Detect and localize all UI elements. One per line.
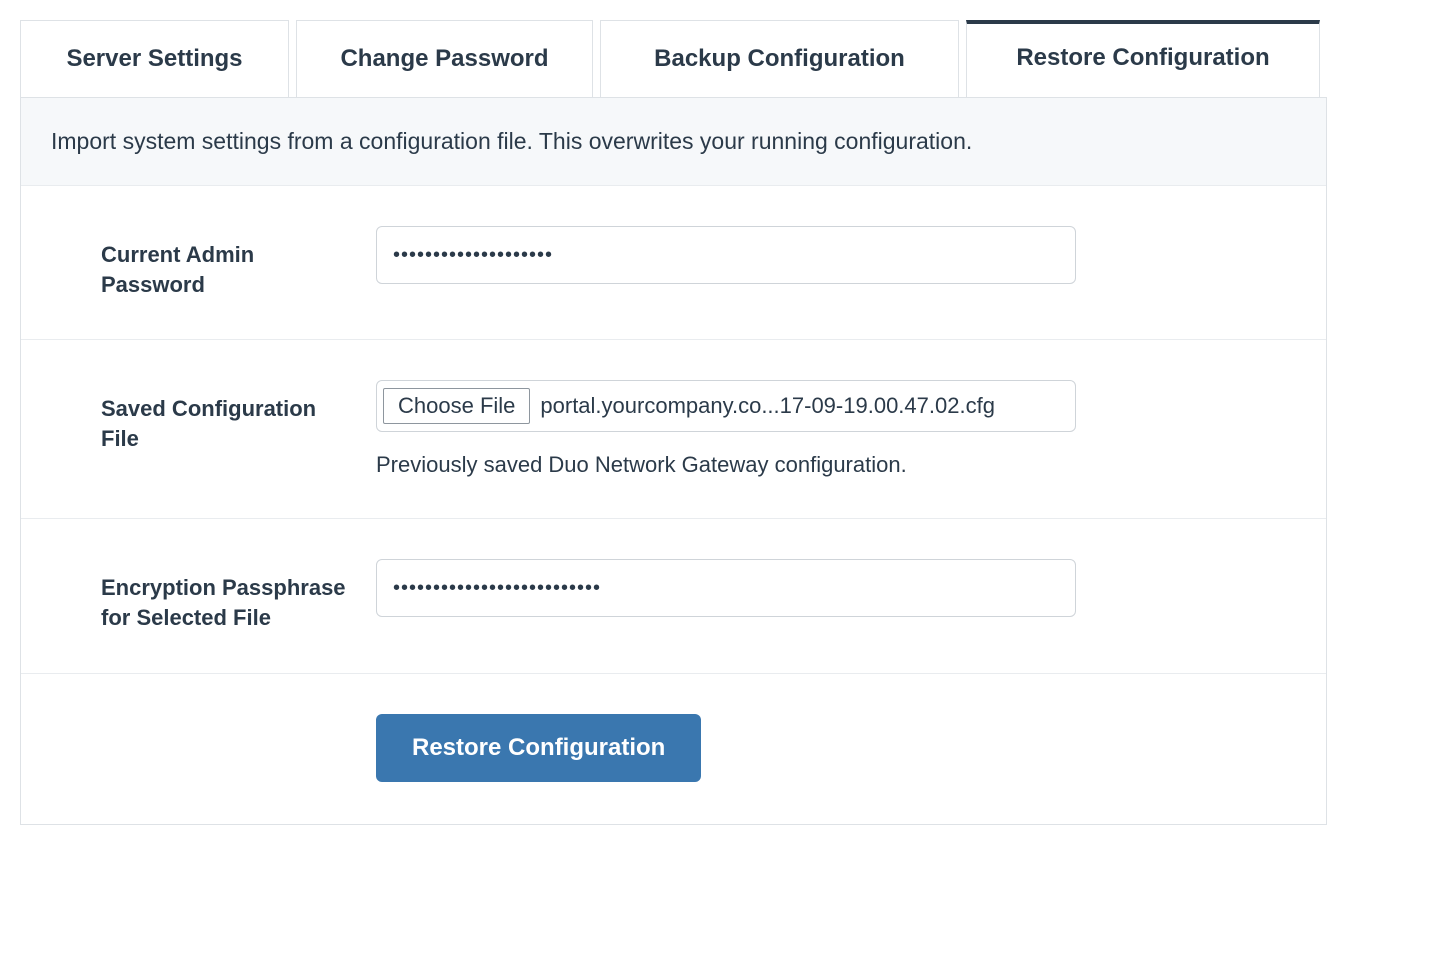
restore-configuration-button[interactable]: Restore Configuration bbox=[376, 714, 701, 782]
tab-bar: Server Settings Change Password Backup C… bbox=[20, 20, 1327, 97]
tab-restore-configuration[interactable]: Restore Configuration bbox=[966, 20, 1320, 97]
label-passphrase: Encryption Passphrase for Selected File bbox=[101, 559, 376, 632]
tab-backup-configuration[interactable]: Backup Configuration bbox=[600, 20, 959, 97]
row-passphrase: Encryption Passphrase for Selected File bbox=[21, 519, 1326, 673]
settings-container: Server Settings Change Password Backup C… bbox=[20, 20, 1327, 825]
tab-panel-restore: Import system settings from a configurat… bbox=[20, 97, 1327, 825]
button-row-spacer bbox=[101, 714, 376, 728]
admin-password-input[interactable] bbox=[376, 226, 1076, 284]
tab-server-settings[interactable]: Server Settings bbox=[20, 20, 289, 97]
label-admin-password: Current Admin Password bbox=[101, 226, 376, 299]
choose-file-button[interactable]: Choose File bbox=[383, 388, 530, 424]
passphrase-input[interactable] bbox=[376, 559, 1076, 617]
row-buttons: Restore Configuration bbox=[21, 674, 1326, 824]
selected-filename: portal.yourcompany.co...17-09-19.00.47.0… bbox=[540, 393, 995, 419]
config-file-helper: Previously saved Duo Network Gateway con… bbox=[376, 452, 1076, 478]
label-config-file: Saved Configuration File bbox=[101, 380, 376, 453]
row-config-file: Saved Configuration File Choose File por… bbox=[21, 340, 1326, 519]
panel-description: Import system settings from a configurat… bbox=[21, 97, 1326, 186]
tab-change-password[interactable]: Change Password bbox=[296, 20, 593, 97]
config-file-field[interactable]: Choose File portal.yourcompany.co...17-0… bbox=[376, 380, 1076, 432]
row-admin-password: Current Admin Password bbox=[21, 186, 1326, 340]
